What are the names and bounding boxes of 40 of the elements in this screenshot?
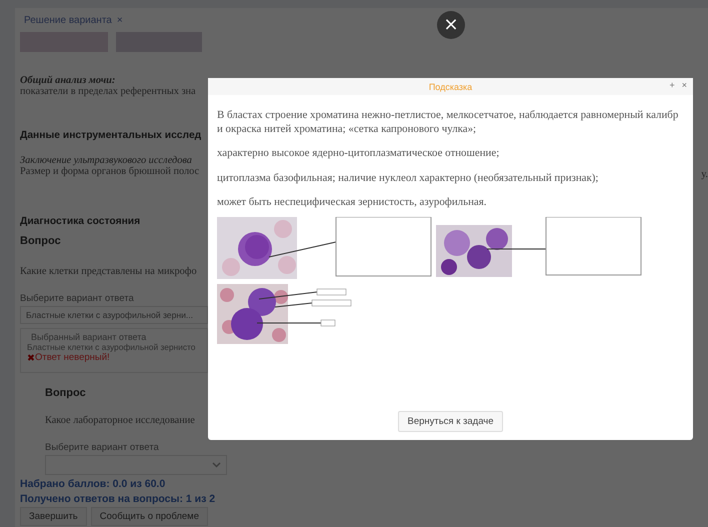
annotation-box [320, 320, 336, 326]
cross-icon: ✖ [27, 352, 35, 364]
annotation-box [312, 300, 352, 306]
leader-line [256, 322, 322, 324]
question-label: Вопрос [45, 387, 86, 399]
leader-line [268, 241, 336, 258]
section-heading: Данные инструментальных исслед [20, 130, 202, 141]
score-text: Набрано баллов: 0.0 из 60.0 [20, 478, 166, 490]
back-button[interactable]: Вернуться к задаче [398, 411, 503, 432]
dialog-title: Подсказка [428, 82, 472, 92]
answer-select[interactable]: Бластные клетки с азурофильной зерни... [20, 306, 208, 324]
tab[interactable]: Решение варианта × [20, 14, 127, 26]
text: у. [701, 168, 708, 180]
question-text: Какое лабораторное исследование [45, 415, 195, 426]
answer-select[interactable] [45, 455, 227, 475]
close-button[interactable]: × [682, 80, 687, 90]
hint-paragraph: характерно высокое ядерно-цитоплазматическое отношение; [217, 146, 500, 161]
answered-text: Получено ответов на вопросы: 1 из 2 [20, 493, 216, 505]
verdict-text: Ответ неверный! [35, 352, 110, 364]
section-heading: Диагностика состояния [20, 216, 140, 227]
chevron-down-icon [212, 462, 221, 468]
leader-line [486, 248, 546, 250]
section-subtitle: Заключение ультразвукового исследова [20, 155, 192, 166]
question-text: Какие клетки представлены на микрофо [20, 266, 197, 277]
text: Размер и форма органов брюшной полос [20, 166, 200, 179]
section-title: Общий анализ мочи: [20, 75, 116, 86]
annotation-box [316, 288, 346, 296]
expand-button[interactable]: + [669, 80, 675, 90]
question-label: Вопрос [20, 235, 61, 247]
hint-paragraph: В бластах строение хроматина нежно-петлистое, мелкосетчатое, наблюдается равномерный калибр и окраска нитей хроматина; «сетка капронового чулка»; [217, 108, 680, 136]
action-button[interactable]: Завершить [20, 507, 87, 526]
hint-paragraph: цитоплазма базофильная; наличие нуклеол характерно (необязательный признак); [217, 170, 600, 185]
leader-line [258, 291, 318, 300]
select-label: Выберите вариант ответа [20, 293, 134, 304]
hint-paragraph: может быть неспецифическая зернистость, азурофильная. [217, 194, 488, 209]
select-label: Выберите вариант ответа [45, 442, 159, 453]
text: показатели в пределах референтных зна [20, 86, 196, 97]
leader-line [274, 302, 312, 308]
action-button[interactable]: Сообщить о проблеме [90, 507, 208, 526]
micrograph-drawing [217, 284, 288, 344]
